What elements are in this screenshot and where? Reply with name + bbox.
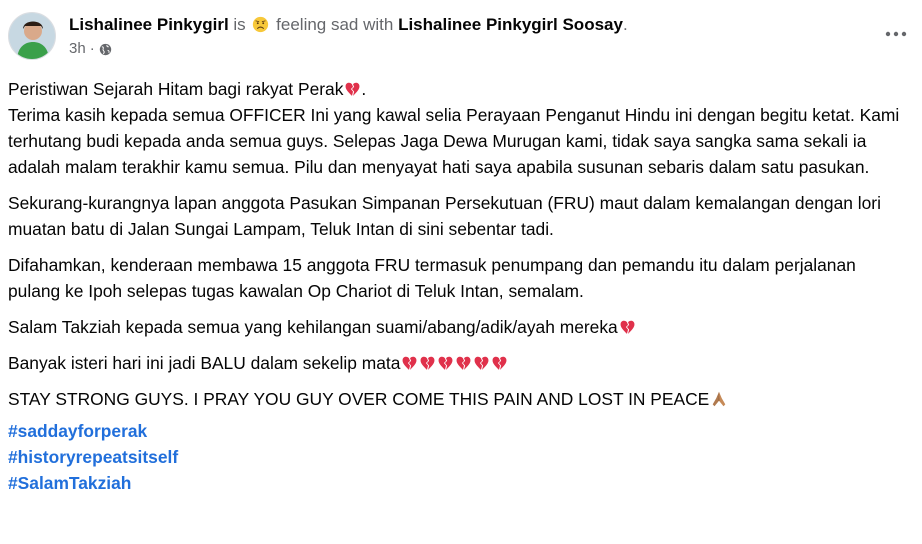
- meta-separator: ·: [89, 40, 95, 57]
- post-body: Peristiwan Sejarah Hitam bagi rakyat Per…: [8, 76, 908, 496]
- post-line-1-text: Peristiwan Sejarah Hitam bagi rakyat Per…: [8, 79, 344, 99]
- profile-photo-icon: [9, 13, 55, 59]
- sad-face-icon: [253, 16, 269, 33]
- post-paragraph-2: Sekurang-kurangnya lapan anggota Pasukan…: [8, 193, 881, 239]
- post-paragraph-6-text: STAY STRONG GUYS. I PRAY YOU GUY OVER CO…: [8, 389, 710, 409]
- actor-name-link[interactable]: Lishalinee Pinkygirl: [69, 15, 229, 34]
- broken-heart-icon: [473, 355, 490, 372]
- feeling-text: feeling sad with: [276, 15, 394, 34]
- globe-icon[interactable]: [99, 43, 112, 56]
- broken-heart-icon: [619, 319, 636, 336]
- broken-heart-icon: [437, 355, 454, 372]
- post-paragraph-6: STAY STRONG GUYS. I PRAY YOU GUY OVER CO…: [8, 386, 908, 412]
- avatar[interactable]: [8, 12, 56, 60]
- post-paragraph-4-text: Salam Takziah kepada semua yang kehilang…: [8, 317, 618, 337]
- hashtag-list: #saddayforperak #historyrepeatsitself #S…: [8, 418, 908, 496]
- more-options-button[interactable]: [878, 22, 914, 46]
- post-paragraph-1: Terima kasih kepada semua OFFICER Ini ya…: [8, 105, 900, 177]
- is-text: is: [233, 15, 246, 34]
- hashtag-link[interactable]: #SalamTakziah: [8, 470, 908, 496]
- post-line-1-end: .: [361, 79, 367, 99]
- tagged-suffix: .: [622, 15, 628, 34]
- post-paragraph-5: Banyak isteri hari ini jadi BALU dalam s…: [8, 350, 908, 376]
- post-paragraph-5-text: Banyak isteri hari ini jadi BALU dalam s…: [8, 353, 401, 373]
- post-line-1: Peristiwan Sejarah Hitam bagi rakyat Per…: [8, 76, 908, 102]
- folded-hands-icon: [712, 391, 726, 407]
- broken-heart-icon: [491, 355, 508, 372]
- more-options-icon: [885, 31, 907, 37]
- post-header-text: Lishalinee Pinkygirl is feeling sad with…: [69, 14, 874, 58]
- post-meta: 3h ·: [69, 40, 874, 58]
- post-paragraph-4: Salam Takziah kepada semua yang kehilang…: [8, 314, 908, 340]
- actor-line: Lishalinee Pinkygirl is feeling sad with…: [69, 14, 874, 36]
- post-paragraph-3: Difahamkan, kenderaan membawa 15 anggota…: [8, 255, 856, 301]
- hashtag-link[interactable]: #historyrepeatsitself: [8, 444, 908, 470]
- post-header: Lishalinee Pinkygirl is feeling sad with…: [8, 8, 914, 64]
- broken-heart-icon: [455, 355, 472, 372]
- hashtag-link[interactable]: #saddayforperak: [8, 418, 908, 444]
- broken-heart-icon: [419, 355, 436, 372]
- broken-heart-icon: [344, 81, 361, 98]
- tagged-person-link[interactable]: Lishalinee Pinkygirl Soosay: [398, 15, 623, 34]
- broken-heart-icon: [401, 355, 418, 372]
- timestamp-link[interactable]: 3h: [69, 40, 86, 58]
